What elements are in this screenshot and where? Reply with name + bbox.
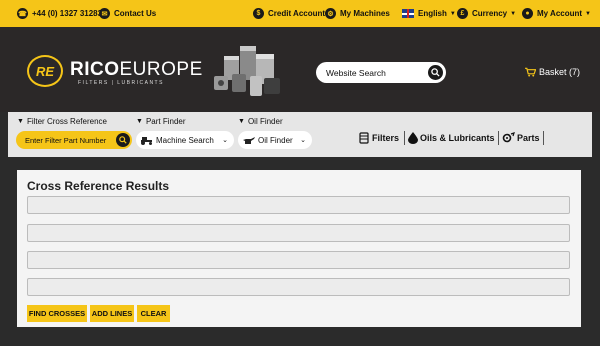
envelope-icon: ✉ [99, 8, 110, 19]
clear-button[interactable]: CLEAR [137, 305, 170, 322]
page-title: Cross Reference Results [27, 179, 170, 193]
currency-dropdown[interactable]: £ Currency ▼ [457, 0, 516, 27]
filter-search-button[interactable] [116, 133, 130, 147]
logo-tagline: FILTERS | LUBRICANTS [78, 80, 164, 86]
cross-reference-line-input[interactable] [27, 196, 570, 214]
my-machines-label: My Machines [340, 9, 390, 18]
part-finder-label: Part Finder [145, 117, 186, 126]
cross-reference-line-input[interactable] [27, 251, 570, 269]
my-account-dropdown[interactable]: ● My Account ▼ [522, 0, 591, 27]
logo-europe: EUROPE [119, 59, 203, 80]
language-label: English [418, 9, 447, 18]
contact-us-link[interactable]: ✉ Contact Us [99, 0, 156, 27]
logo-badge: RE [27, 55, 63, 87]
oil-drop-icon [408, 132, 418, 144]
machine-search-select[interactable]: Machine Search ⌄ [136, 131, 234, 149]
cross-reference-line-input[interactable] [27, 278, 570, 296]
category-oils-lubricants[interactable]: Oils & Lubricants [408, 131, 495, 145]
cart-icon [525, 67, 536, 77]
contact-us-label: Contact Us [114, 9, 157, 18]
website-search-placeholder: Website Search [326, 67, 386, 78]
tractor-icon [141, 136, 152, 145]
filters-product-image [214, 46, 280, 96]
finder-bar: ▼ Filter Cross Reference Enter Filter Pa… [8, 112, 592, 157]
divider [543, 131, 544, 145]
triangle-down-icon: ▼ [136, 118, 143, 125]
credit-accounts-label: Credit Accounts [268, 9, 330, 18]
search-icon [431, 68, 440, 77]
basket-label: Basket (7) [539, 67, 581, 77]
gear-icon: ⚙ [325, 8, 336, 19]
top-bar: ☎ +44 (0) 1327 312838 ✉ Contact Us $ Cre… [0, 0, 600, 27]
triangle-down-icon: ▼ [17, 118, 24, 125]
phone-number: +44 (0) 1327 312838 [32, 9, 107, 18]
search-button[interactable] [428, 65, 443, 80]
chevron-down-icon: ▼ [510, 10, 517, 17]
uk-flag-icon [402, 9, 414, 18]
cross-reference-line-input[interactable] [27, 224, 570, 242]
user-icon: ● [522, 8, 533, 19]
category-parts[interactable]: Parts [502, 131, 540, 145]
divider [404, 131, 405, 145]
filter-cross-reference-toggle[interactable]: ▼ Filter Cross Reference [17, 117, 107, 126]
cross-reference-panel: Cross Reference Results FIND CROSSES ADD… [17, 170, 581, 327]
filter-part-number-input[interactable]: Enter Filter Part Number [16, 131, 132, 149]
website-search-input[interactable]: Website Search [316, 62, 446, 83]
my-machines-link[interactable]: ⚙ My Machines [325, 0, 390, 27]
search-icon [119, 136, 127, 144]
oil-finder-label: Oil Finder [247, 117, 283, 126]
my-account-label: My Account [537, 9, 583, 18]
basket-link[interactable]: Basket (7) [525, 67, 580, 77]
category-filters[interactable]: Filters [358, 131, 399, 145]
oil-can-icon [243, 136, 255, 144]
oil-finder-select[interactable]: Oil Finder ⌄ [238, 131, 312, 149]
category-parts-label: Parts [517, 133, 540, 143]
triangle-down-icon: ▼ [238, 118, 245, 125]
currency-label: Currency [472, 9, 508, 18]
category-oils-label: Oils & Lubricants [420, 133, 495, 143]
machine-search-value: Machine Search [156, 135, 214, 145]
dollar-icon: $ [253, 8, 264, 19]
phone-icon: ☎ [17, 8, 28, 19]
filter-cartridge-icon [359, 132, 369, 144]
part-finder-toggle[interactable]: ▼ Part Finder [136, 117, 186, 126]
chevron-down-icon: ▼ [585, 10, 591, 17]
add-lines-button[interactable]: ADD LINES [90, 305, 134, 322]
oil-finder-value: Oil Finder [258, 135, 293, 145]
chevron-down-icon: ▼ [449, 10, 456, 17]
logo-rico: RICO [70, 59, 120, 80]
divider [498, 131, 499, 145]
filter-part-number-placeholder: Enter Filter Part Number [25, 135, 107, 145]
category-filters-label: Filters [372, 133, 400, 143]
site-header: RE RICOEUROPE FILTERS | LUBRICANTS Websi… [0, 27, 600, 112]
logo-wordmark: RICOEUROPE [70, 59, 203, 81]
oil-finder-toggle[interactable]: ▼ Oil Finder [238, 117, 283, 126]
pound-icon: £ [457, 8, 468, 19]
filter-cross-reference-label: Filter Cross Reference [26, 117, 107, 126]
language-dropdown[interactable]: English ▼ [402, 0, 456, 27]
chevron-down-icon: ⌄ [222, 137, 228, 144]
phone-link[interactable]: ☎ +44 (0) 1327 312838 [17, 0, 107, 27]
chevron-down-icon: ⌄ [300, 137, 306, 144]
parts-gear-icon [502, 132, 515, 143]
credit-accounts-link[interactable]: $ Credit Accounts [253, 0, 330, 27]
find-crosses-button[interactable]: FIND CROSSES [27, 305, 87, 322]
